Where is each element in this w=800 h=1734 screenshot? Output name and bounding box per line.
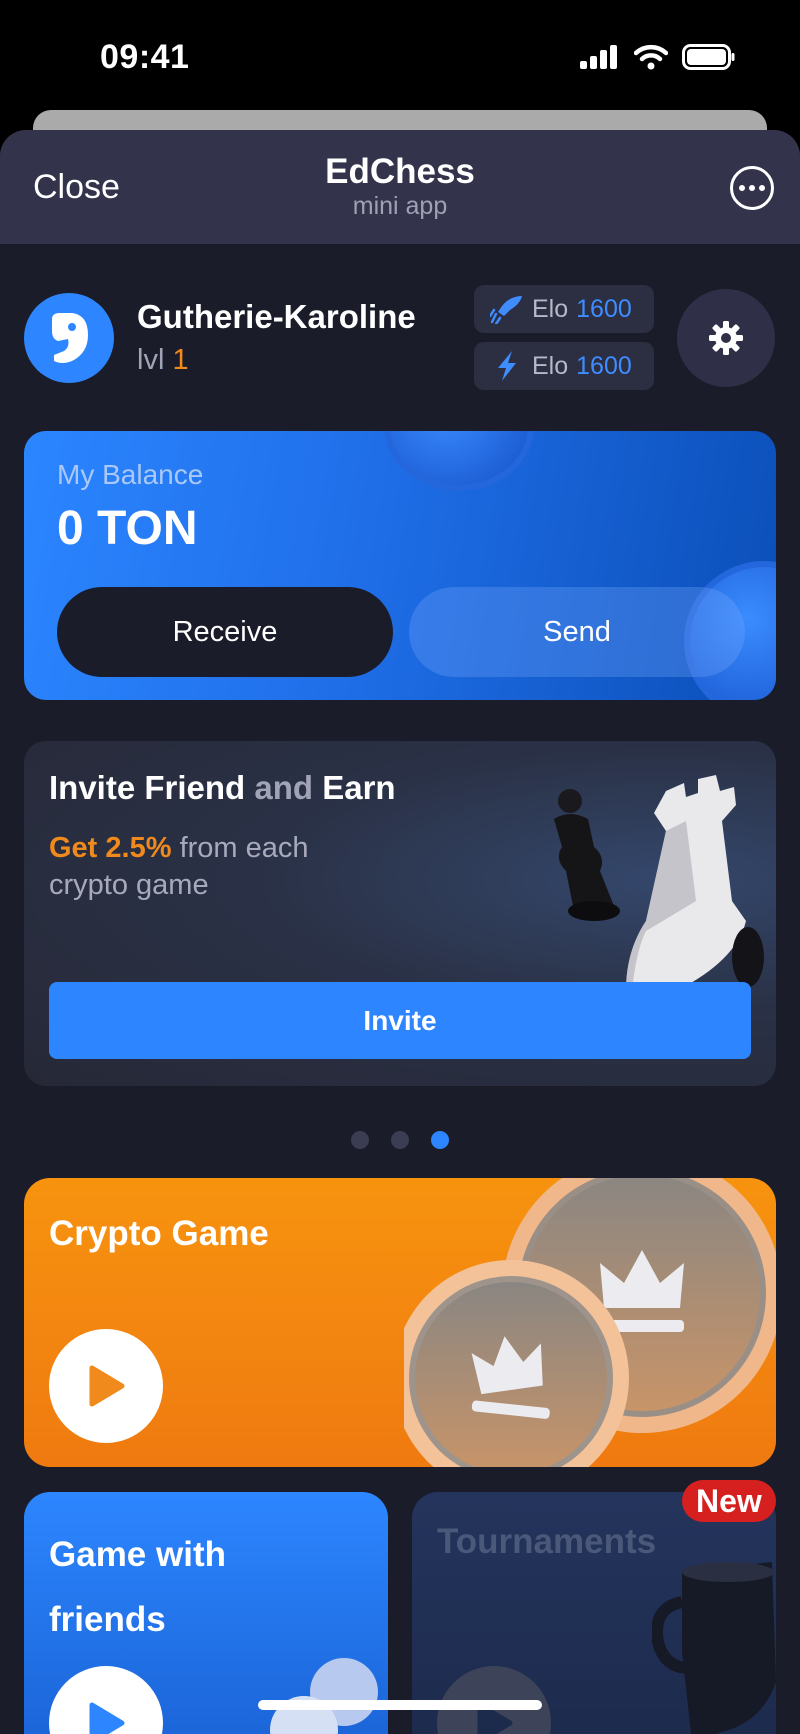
status-icons [580,44,736,70]
carousel-dot-active[interactable] [431,1131,449,1149]
white-rook-icon [626,775,764,991]
app-header: Close EdChess mini app [0,130,800,244]
invite-description: Get 2.5% from each crypto game [49,830,369,904]
crypto-game-card[interactable]: Crypto Game [24,1178,776,1467]
pawns-illustration [270,1658,378,1734]
invite-title-part3: Earn [322,769,396,806]
rocket-icon [490,296,522,324]
elo-label: Elo [532,351,569,380]
carousel-dot[interactable] [351,1131,369,1149]
signal-icon [580,45,617,69]
carousel-dot[interactable] [391,1131,409,1149]
elo-value: 1600 [576,294,632,323]
elo-rating-lightning: Elo 1600 [474,342,654,390]
level-value: 1 [172,344,189,376]
ton-coin-decoration [384,431,534,491]
game-with-friends-card[interactable]: Game with friends [24,1492,388,1734]
send-button[interactable]: Send [409,587,745,677]
more-icon[interactable] [730,166,774,210]
black-queen-icon [554,789,620,921]
elo-label: Elo [532,294,569,323]
crypto-game-play-button[interactable] [49,1329,163,1443]
app-subtitle: mini app [352,192,448,220]
invite-title-part2: and [254,769,314,806]
invite-title-part1: Invite Friend [49,769,246,806]
balance-card: My Balance 0 TON Receive Send [24,431,776,700]
chess-pieces-illustration [554,775,764,991]
crown-coins-illustration [404,1178,776,1467]
username: Gutherie-Karoline [137,298,416,335]
lightning-icon [498,351,516,381]
user-level: lvl 1 [137,344,189,377]
new-badge: New [682,1480,776,1522]
receive-button[interactable]: Receive [57,587,393,677]
invite-card: Invite Friend and Earn Get 2.5% from eac… [24,741,776,1086]
play-icon [89,1702,125,1734]
status-bar: 09:41 [0,0,800,110]
friends-game-title: Game with friends [49,1535,226,1639]
mini-app-sheet: Close EdChess mini app Gutherie-Karoline… [0,130,800,1734]
balance-label: My Balance [57,459,204,490]
invite-title: Invite Friend and Earn [49,769,396,807]
settings-button[interactable] [677,289,775,387]
invite-highlight: Get 2.5% [49,832,172,864]
app-title: EdChess [325,152,475,191]
tournaments-card[interactable]: Tournaments [412,1492,776,1734]
friends-game-play-button[interactable] [49,1666,163,1734]
play-icon [89,1365,125,1407]
wifi-icon [634,44,668,70]
elo-rating-rocket: Elo 1600 [474,285,654,333]
knight-logo-icon [52,313,88,363]
battery-icon [682,44,735,70]
gear-icon [709,321,743,355]
balance-value: 0 TON [57,502,198,555]
trophy-icon [652,1562,776,1734]
home-indicator[interactable] [258,1700,542,1710]
avatar[interactable] [24,293,114,383]
tournaments-title: Tournaments [437,1522,657,1561]
level-label: lvl [137,344,165,376]
elo-value: 1600 [576,351,632,380]
crypto-game-title: Crypto Game [49,1214,269,1253]
status-time: 09:41 [100,38,190,76]
carousel-indicator [0,1131,800,1149]
invite-button[interactable]: Invite [49,982,751,1059]
